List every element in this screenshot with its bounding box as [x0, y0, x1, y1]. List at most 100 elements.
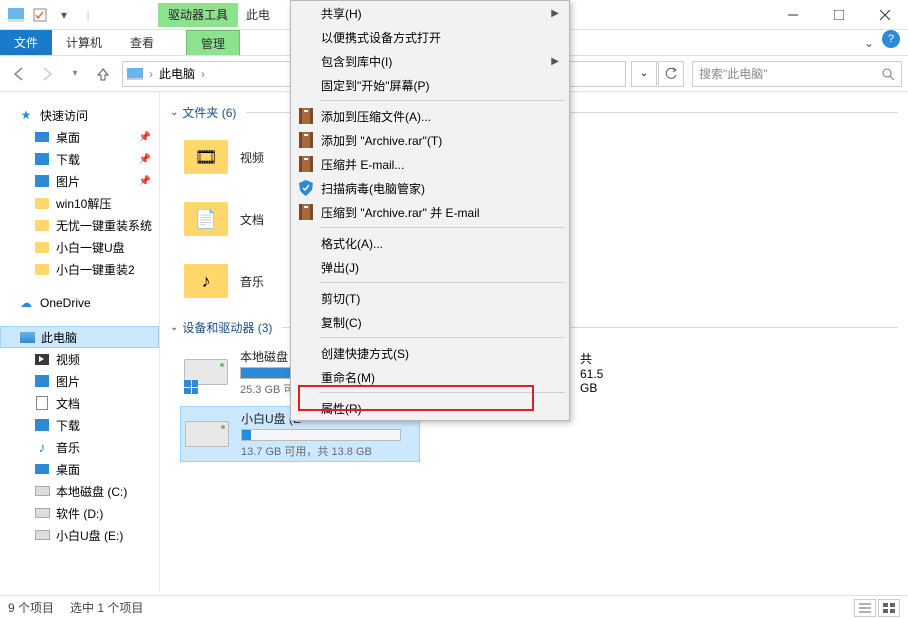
menu-item-label: 创建快捷方式(S): [321, 345, 409, 362]
context-menu-item[interactable]: 固定到"开始"屏幕(P): [291, 73, 569, 97]
ribbon-collapse-icon[interactable]: ⌄: [856, 30, 882, 55]
sidebar-item[interactable]: 下载 📌: [0, 148, 159, 170]
menu-item-label: 扫描病毒(电脑管家): [321, 180, 425, 197]
window-title: 此电: [246, 6, 270, 23]
search-input[interactable]: 搜索"此电脑": [692, 61, 902, 87]
sidebar-item[interactable]: 桌面📌: [0, 126, 159, 148]
view-details-button[interactable]: [854, 599, 876, 617]
sidebar-item[interactable]: 本地磁盘 (C:): [0, 480, 159, 502]
sidebar-this-pc[interactable]: 此电脑: [0, 326, 159, 348]
sidebar-quick-access[interactable]: ★ 快速访问: [0, 104, 159, 126]
sidebar-item[interactable]: 下载: [0, 414, 159, 436]
sidebar-item[interactable]: 桌面: [0, 458, 159, 480]
context-menu-item[interactable]: 压缩到 "Archive.rar" 并 E-mail: [291, 200, 569, 224]
sidebar-item[interactable]: win10解压: [0, 192, 159, 214]
video-icon: [34, 351, 50, 367]
menu-item-label: 以便携式设备方式打开: [321, 29, 441, 46]
pic-icon: [34, 373, 50, 389]
dl-icon: [34, 417, 50, 433]
sidebar-item-label: 图片: [56, 373, 80, 390]
menu-item-label: 压缩到 "Archive.rar" 并 E-mail: [321, 204, 480, 221]
sidebar-item[interactable]: 小白U盘 (E:): [0, 524, 159, 546]
drive-sub: 13.7 GB 可用，共 13.8 GB: [241, 443, 401, 459]
context-menu-item[interactable]: 重命名(M): [291, 365, 569, 389]
sidebar-onedrive[interactable]: ☁ OneDrive: [0, 292, 159, 314]
qat-properties-icon[interactable]: [30, 5, 50, 25]
recent-dropdown[interactable]: ▾: [62, 61, 88, 87]
context-menu-item[interactable]: 添加到 "Archive.rar"(T): [291, 128, 569, 152]
menu-item-label: 重命名(M): [321, 369, 375, 386]
up-button[interactable]: [90, 61, 116, 87]
forward-button[interactable]: [34, 61, 60, 87]
help-icon[interactable]: ?: [882, 30, 900, 48]
minimize-button[interactable]: [770, 0, 816, 30]
context-menu-item[interactable]: 以便携式设备方式打开: [291, 25, 569, 49]
view-tab[interactable]: 查看: [116, 30, 168, 55]
refresh-button[interactable]: [658, 61, 684, 87]
rar-icon: [297, 107, 315, 125]
capacity-bar: [241, 429, 401, 441]
sidebar-item-label: 小白一键重装2: [56, 261, 135, 278]
pin-icon: 📌: [139, 154, 151, 165]
folder-icon: [34, 261, 50, 277]
back-button[interactable]: [6, 61, 32, 87]
rar-icon: [297, 203, 315, 221]
context-menu-item[interactable]: 弹出(J): [291, 255, 569, 279]
context-menu-item[interactable]: 添加到压缩文件(A)...: [291, 104, 569, 128]
sidebar-item-label: 小白一键U盘: [56, 239, 125, 256]
sidebar-item[interactable]: 视频: [0, 348, 159, 370]
sidebar-item[interactable]: 软件 (D:): [0, 502, 159, 524]
breadcrumb-chevron-icon[interactable]: ›: [199, 67, 207, 81]
sidebar-item[interactable]: 图片 📌: [0, 170, 159, 192]
star-icon: ★: [18, 107, 34, 123]
close-button[interactable]: [862, 0, 908, 30]
sidebar-item[interactable]: 无忧一键重装系统: [0, 214, 159, 236]
menu-item-label: 属性(R): [321, 400, 362, 417]
context-menu-item[interactable]: 格式化(A)...: [291, 231, 569, 255]
view-tiles-button[interactable]: [878, 599, 900, 617]
folder-icon: [34, 217, 50, 233]
context-menu-item[interactable]: 共享(H)▶: [291, 1, 569, 25]
pin-icon: 📌: [139, 176, 151, 187]
context-menu-item[interactable]: 创建快捷方式(S): [291, 341, 569, 365]
sidebar-item-label: 本地磁盘 (C:): [56, 483, 127, 500]
hdd-icon: [34, 505, 50, 521]
qat-dropdown-icon[interactable]: ▾: [54, 5, 74, 25]
menu-item-label: 剪切(T): [321, 290, 360, 307]
context-menu-item[interactable]: 包含到库中(I)▶: [291, 49, 569, 73]
context-menu-item[interactable]: 属性(R): [291, 396, 569, 420]
sidebar-item[interactable]: 小白一键U盘: [0, 236, 159, 258]
sidebar-item[interactable]: 图片: [0, 370, 159, 392]
sidebar-item-label: 下载: [56, 151, 80, 168]
address-dropdown[interactable]: ⌄: [631, 61, 657, 87]
sidebar-item[interactable]: ♪音乐: [0, 436, 159, 458]
submenu-arrow-icon: ▶: [551, 56, 559, 67]
sidebar-item-label: 图片: [56, 173, 80, 190]
folder-icon: [34, 195, 50, 211]
file-tab[interactable]: 文件: [0, 30, 52, 55]
sidebar-item-label: 文档: [56, 395, 80, 412]
context-menu-item[interactable]: 压缩并 E-mail...: [291, 152, 569, 176]
menu-item-label: 添加到压缩文件(A)...: [321, 108, 431, 125]
desk-icon: [34, 129, 50, 145]
maximize-button[interactable]: [816, 0, 862, 30]
app-icon: [6, 5, 26, 25]
drive-tail: 共 61.5 GB: [580, 350, 603, 395]
sidebar-item-label: 无忧一键重装系统: [56, 217, 152, 234]
folder-icon: 🎞: [182, 133, 230, 181]
rar-icon: [297, 155, 315, 173]
computer-tab[interactable]: 计算机: [52, 30, 116, 55]
pc-icon: [19, 329, 35, 345]
drive-icon: [182, 348, 230, 396]
manage-tab[interactable]: 管理: [186, 30, 240, 55]
context-menu-item[interactable]: 剪切(T): [291, 286, 569, 310]
tile-label: 视频: [240, 149, 264, 166]
status-item-count: 9 个项目: [8, 599, 54, 616]
sidebar-item[interactable]: 小白一键重装2: [0, 258, 159, 280]
context-menu-item[interactable]: 复制(C): [291, 310, 569, 334]
breadcrumb-chevron-icon[interactable]: ›: [147, 67, 155, 81]
tile-label: 音乐: [240, 273, 264, 290]
sidebar-item[interactable]: 文档: [0, 392, 159, 414]
breadcrumb[interactable]: 此电脑: [155, 65, 199, 82]
context-menu-item[interactable]: 扫描病毒(电脑管家): [291, 176, 569, 200]
